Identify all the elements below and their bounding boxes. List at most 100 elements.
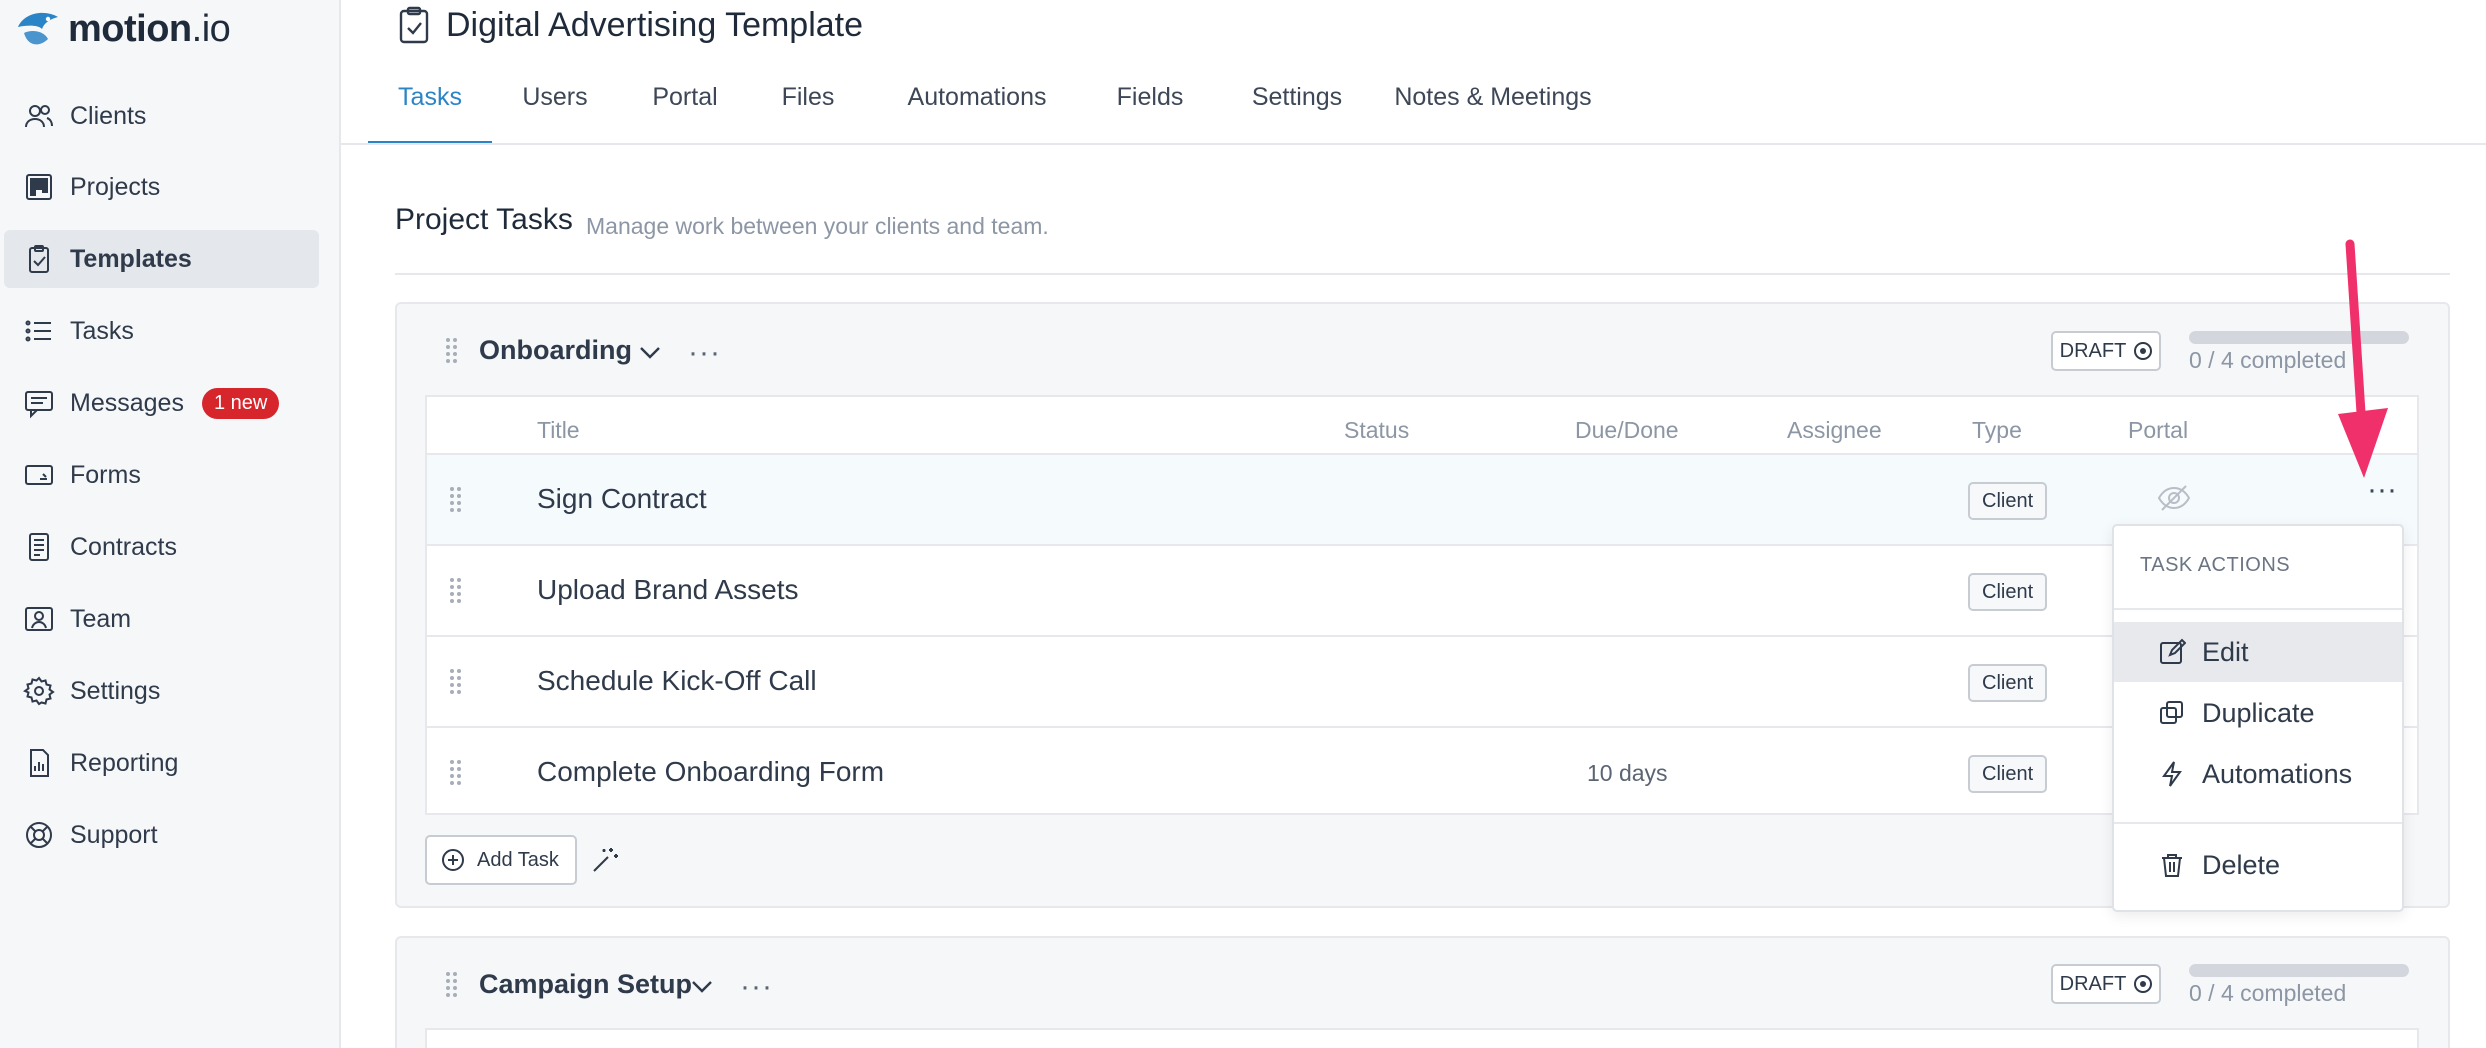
- sidebar-item-templates[interactable]: Templates: [4, 230, 319, 288]
- column-header-portal: Portal: [2128, 417, 2189, 443]
- draft-status-icon: [2134, 342, 2153, 360]
- tab-files[interactable]: Files: [773, 70, 843, 144]
- group-name[interactable]: Onboarding: [479, 335, 632, 366]
- task-title[interactable]: Sign Contract: [537, 483, 707, 515]
- gear-icon: [22, 674, 56, 708]
- sidebar-item-team[interactable]: Team: [4, 590, 319, 648]
- lightning-icon: [2162, 761, 2182, 787]
- row-drag-handle[interactable]: [450, 487, 462, 513]
- sidebar-item-tasks[interactable]: Tasks: [4, 302, 319, 360]
- task-actions-menu: TASK ACTIONS Edit Duplicate Automations …: [2112, 524, 2404, 912]
- column-header-assignee: Assignee: [1787, 417, 1882, 443]
- tab-automations[interactable]: Automations: [894, 70, 1060, 144]
- column-header-due: Due/Done: [1575, 417, 1679, 443]
- tab-portal[interactable]: Portal: [647, 70, 723, 144]
- task-type-badge: Client: [1968, 573, 2048, 611]
- sidebar-item-projects[interactable]: Projects: [4, 158, 319, 216]
- eye-off-icon[interactable]: [2157, 483, 2191, 513]
- tasks-table: [425, 1028, 2419, 1048]
- list-icon: [22, 314, 56, 348]
- chevron-down-icon[interactable]: [690, 974, 714, 998]
- sidebar-item-label: Clients: [70, 101, 147, 130]
- group-drag-handle[interactable]: [446, 972, 458, 998]
- row-drag-handle[interactable]: [450, 578, 462, 604]
- sidebar-item-messages[interactable]: Messages 1 new: [4, 374, 319, 432]
- task-type-badge: Client: [1968, 664, 2048, 702]
- tab-tasks[interactable]: Tasks: [368, 70, 492, 144]
- group-more-button[interactable]: ···: [740, 972, 773, 1002]
- status-badge[interactable]: DRAFT: [2051, 964, 2161, 1004]
- sidebar: motion.io Clients Projects Templates Tas…: [0, 0, 341, 1048]
- menu-heading: TASK ACTIONS: [2140, 554, 2291, 576]
- sidebar-item-label: Forms: [70, 460, 141, 489]
- column-header-type: Type: [1972, 417, 2022, 443]
- sidebar-item-settings[interactable]: Settings: [4, 662, 319, 720]
- progress-text: 0 / 4 completed: [2189, 980, 2347, 1006]
- message-icon: [22, 386, 56, 420]
- sidebar-item-support[interactable]: Support: [4, 806, 319, 864]
- menu-divider: [2114, 822, 2402, 824]
- plus-circle-icon: [442, 849, 464, 871]
- menu-item-delete[interactable]: Delete: [2114, 835, 2402, 895]
- row-drag-handle[interactable]: [450, 760, 462, 786]
- sidebar-item-label: Team: [70, 604, 132, 633]
- column-header-title: Title: [537, 417, 580, 443]
- menu-item-duplicate[interactable]: Duplicate: [2114, 683, 2402, 743]
- header-divider: [341, 143, 2486, 145]
- sidebar-item-label: Contracts: [70, 532, 177, 561]
- form-icon: [22, 458, 56, 492]
- sidebar-item-label: Reporting: [70, 748, 179, 777]
- annotation-arrow: [2338, 239, 2388, 478]
- task-type-badge: Client: [1968, 482, 2048, 520]
- sidebar-item-reporting[interactable]: Reporting: [4, 734, 319, 792]
- page-title: Digital Advertising Template: [446, 5, 864, 44]
- task-title[interactable]: Complete Onboarding Form: [537, 756, 884, 788]
- tab-fields[interactable]: Fields: [1108, 70, 1192, 144]
- page-header: Digital Advertising Template: [398, 2, 863, 48]
- chevron-down-icon[interactable]: [638, 340, 662, 364]
- tab-settings[interactable]: Settings: [1241, 70, 1353, 144]
- users-icon: [22, 99, 56, 133]
- section-subtitle: Manage work between your clients and tea…: [586, 213, 1049, 239]
- clipboard-check-icon: [22, 242, 56, 276]
- progress-text: 0 / 4 completed: [2189, 347, 2347, 373]
- group-name[interactable]: Campaign Setup: [479, 969, 692, 1000]
- kanban-icon: [22, 170, 56, 204]
- menu-item-automations[interactable]: Automations: [2114, 744, 2402, 804]
- sidebar-item-forms[interactable]: Forms: [4, 446, 319, 504]
- task-title[interactable]: Upload Brand Assets: [537, 574, 799, 606]
- trash-icon: [2162, 854, 2182, 877]
- draft-status-icon: [2134, 975, 2153, 993]
- document-icon: [22, 530, 56, 564]
- row-drag-handle[interactable]: [450, 669, 462, 695]
- group-drag-handle[interactable]: [446, 338, 458, 364]
- logo-text: motion.io: [68, 7, 231, 50]
- add-task-button[interactable]: Add Task: [425, 835, 577, 885]
- column-header-status: Status: [1344, 417, 1410, 443]
- sidebar-item-label: Messages: [70, 388, 184, 417]
- logo-icon: [18, 12, 58, 45]
- duplicate-icon: [2160, 701, 2183, 724]
- app-logo[interactable]: motion.io: [14, 4, 231, 54]
- sidebar-item-contracts[interactable]: Contracts: [4, 518, 319, 576]
- task-type-badge: Client: [1968, 755, 2048, 793]
- magic-wand-icon[interactable]: [590, 845, 620, 875]
- group-more-button[interactable]: ···: [688, 338, 721, 368]
- tab-users[interactable]: Users: [514, 70, 596, 144]
- menu-item-edit[interactable]: Edit: [2114, 622, 2402, 682]
- section-divider: [395, 273, 2450, 275]
- team-icon: [22, 602, 56, 636]
- sidebar-item-label: Tasks: [70, 316, 134, 345]
- task-title[interactable]: Schedule Kick-Off Call: [537, 665, 817, 697]
- sidebar-item-label: Projects: [70, 172, 161, 201]
- tab-notes-meetings[interactable]: Notes & Meetings: [1381, 70, 1605, 144]
- menu-divider: [2114, 608, 2402, 610]
- progress-bar: [2189, 964, 2409, 977]
- status-badge[interactable]: DRAFT: [2051, 331, 2161, 371]
- section-title: Project Tasks: [395, 203, 573, 236]
- sidebar-item-clients[interactable]: Clients: [4, 87, 319, 145]
- sidebar-item-label: Templates: [70, 244, 192, 273]
- clipboard-check-icon: [399, 6, 429, 44]
- sidebar-item-label: Settings: [70, 676, 161, 705]
- report-icon: [22, 746, 56, 780]
